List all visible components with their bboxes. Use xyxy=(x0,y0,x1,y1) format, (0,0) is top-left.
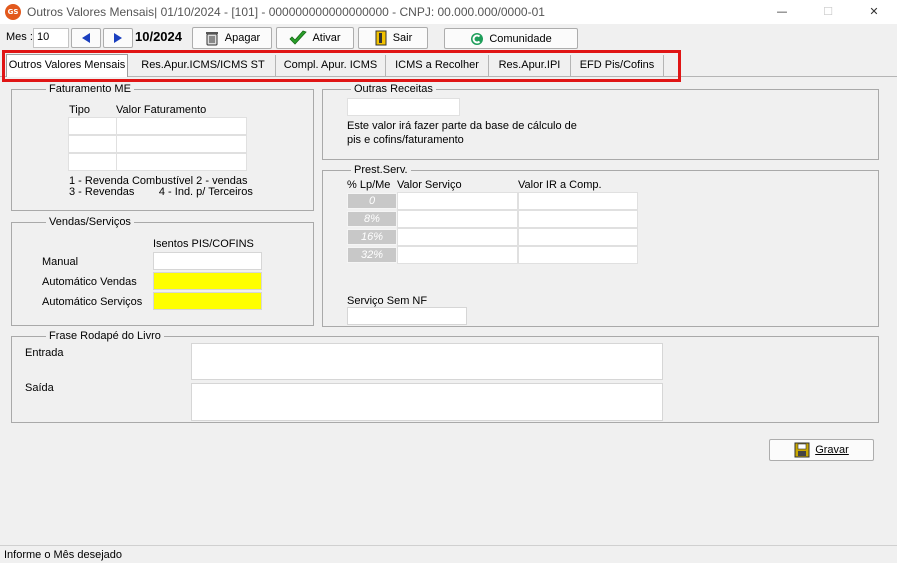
tipo-cell[interactable] xyxy=(68,135,117,153)
vendas-servicos-title: Vendas/Serviços xyxy=(46,216,134,228)
ativar-button[interactable]: Ativar xyxy=(276,27,354,49)
isentos-header: Isentos PIS/COFINS xyxy=(153,238,254,250)
entrada-input[interactable] xyxy=(191,343,663,380)
tipo-cell[interactable] xyxy=(68,117,117,135)
valor-faturamento-cell[interactable] xyxy=(116,117,247,135)
prest-serv-title: Prest.Serv. xyxy=(351,164,411,176)
valor-faturamento-cell[interactable] xyxy=(116,135,247,153)
period-display: 10/2024 xyxy=(135,29,182,44)
valor-faturamento-header: Valor Faturamento xyxy=(116,104,207,116)
outras-receitas-title: Outras Receitas xyxy=(351,83,436,95)
entrada-label: Entrada xyxy=(25,347,64,359)
valor-servico-cell[interactable] xyxy=(397,228,518,246)
valor-servico-cell[interactable] xyxy=(397,192,518,210)
apagar-button[interactable]: Apagar xyxy=(192,27,272,49)
exit-door-icon xyxy=(375,30,387,46)
servico-sem-nf-label: Serviço Sem NF xyxy=(347,295,428,307)
rate-cell-16: 16% xyxy=(347,229,397,245)
save-disk-icon xyxy=(794,442,810,458)
mes-input[interactable]: 10 xyxy=(33,28,69,48)
maximize-button[interactable]: ☐ xyxy=(805,0,851,24)
faturamento-legend-line-2: 3 - Revendas 4 - Ind. p/ Terceiros xyxy=(69,186,253,198)
frase-rodape-title: Frase Rodapé do Livro xyxy=(46,330,164,342)
next-month-button[interactable] xyxy=(103,28,133,48)
community-icon xyxy=(471,32,484,45)
outras-receitas-input[interactable] xyxy=(347,98,460,116)
outras-receitas-note-1: Este valor irá fazer parte da base de cá… xyxy=(347,120,577,132)
tipo-header: Tipo xyxy=(69,104,90,116)
status-text: Informe o Mês desejado xyxy=(4,549,123,561)
valor-ir-cell[interactable] xyxy=(518,210,638,228)
apagar-label: Apagar xyxy=(224,32,261,44)
checkmark-icon xyxy=(289,30,308,45)
valor-ir-header: Valor IR a Comp. xyxy=(518,179,602,191)
saida-label: Saída xyxy=(25,382,54,394)
valor-ir-cell[interactable] xyxy=(518,192,638,210)
ativar-label: Ativar xyxy=(312,32,341,44)
comunidade-label: Comunidade xyxy=(489,32,552,45)
automatico-servicos-field xyxy=(153,292,262,310)
saida-input[interactable] xyxy=(191,383,663,421)
sair-label: Sair xyxy=(392,32,413,44)
rate-cell-8: 8% xyxy=(347,211,397,227)
valor-faturamento-cell[interactable] xyxy=(116,153,247,171)
mes-label: Mes : xyxy=(6,31,33,43)
minimize-button[interactable]: — xyxy=(759,0,805,24)
close-button[interactable]: ✕ xyxy=(851,0,897,24)
trash-icon xyxy=(205,32,218,46)
tabs-highlight-box xyxy=(2,50,681,82)
outras-receitas-note-2: pis e cofins/faturamento xyxy=(347,134,464,146)
rate-cell-0: 0 xyxy=(347,193,397,209)
arrow-right-icon xyxy=(114,33,122,43)
valor-servico-cell[interactable] xyxy=(397,210,518,228)
servico-sem-nf-input[interactable] xyxy=(347,307,467,325)
automatico-servicos-label: Automático Serviços xyxy=(42,296,143,308)
manual-input[interactable] xyxy=(153,252,262,270)
previous-month-button[interactable] xyxy=(71,28,101,48)
title-bar: GS Outros Valores Mensais| 01/10/2024 - … xyxy=(0,0,897,24)
valor-ir-cell[interactable] xyxy=(518,228,638,246)
tipo-cell[interactable] xyxy=(68,153,117,171)
valor-servico-cell[interactable] xyxy=(397,246,518,264)
window-title: Outros Valores Mensais| 01/10/2024 - [10… xyxy=(27,5,545,19)
manual-label: Manual xyxy=(42,256,79,268)
status-bar: Informe o Mês desejado xyxy=(0,545,897,563)
automatico-vendas-label: Automático Vendas xyxy=(42,276,137,288)
faturamento-title: Faturamento ME xyxy=(46,83,134,95)
comunidade-button[interactable]: Comunidade xyxy=(444,28,578,49)
valor-servico-header: Valor Serviço xyxy=(397,179,462,191)
valor-ir-cell[interactable] xyxy=(518,246,638,264)
lp-me-header: % Lp/Me xyxy=(347,179,391,191)
sair-button[interactable]: Sair xyxy=(358,27,428,49)
gravar-label: Gravar xyxy=(815,444,849,456)
rate-cell-32: 32% xyxy=(347,247,397,263)
automatico-vendas-field xyxy=(153,272,262,290)
app-logo-icon: GS xyxy=(5,4,21,20)
gravar-button[interactable]: Gravar xyxy=(769,439,874,461)
arrow-left-icon xyxy=(82,33,90,43)
